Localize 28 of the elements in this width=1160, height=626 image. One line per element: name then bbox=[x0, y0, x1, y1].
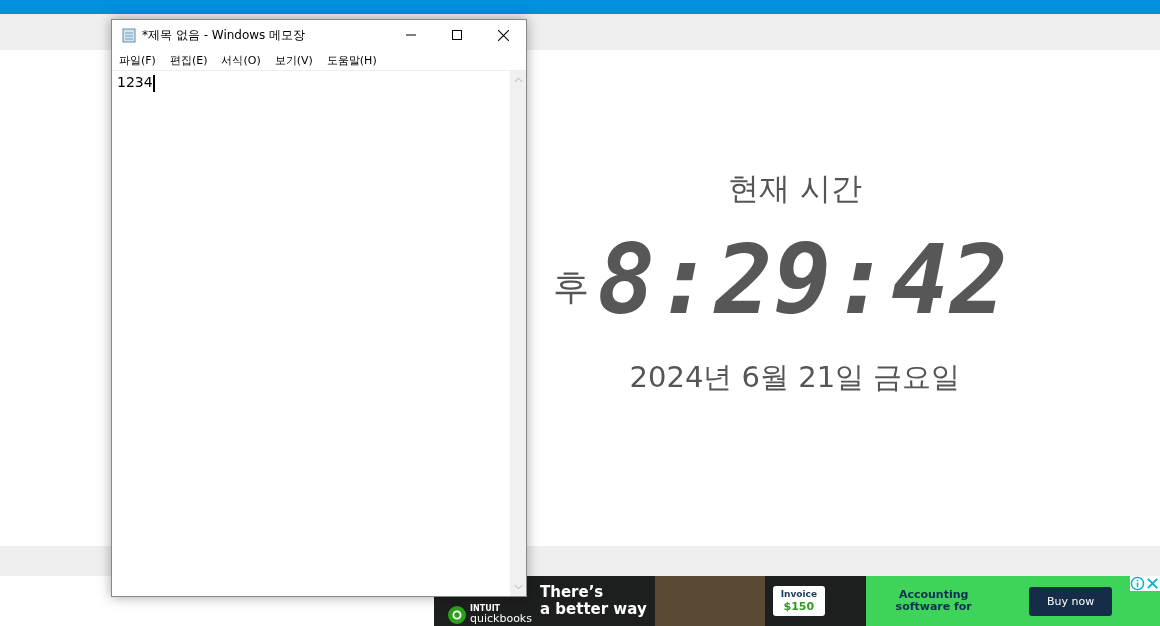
close-icon bbox=[497, 29, 509, 41]
ad-tagline: Accounting software for bbox=[894, 588, 973, 614]
menu-item[interactable]: 도움말(H) bbox=[326, 52, 377, 68]
scroll-up-icon[interactable] bbox=[513, 77, 523, 83]
menu-item[interactable]: 편집(E) bbox=[169, 52, 208, 68]
digital-time: 8:29:42 bbox=[597, 232, 1009, 328]
clock-heading: 현재 시간 bbox=[728, 169, 862, 208]
info-icon[interactable] bbox=[1130, 576, 1145, 591]
notepad-icon bbox=[121, 27, 137, 43]
ad-headline: There’s bbox=[540, 583, 605, 601]
window-title: *제목 없음 - Windows 메모장 bbox=[142, 26, 307, 44]
invoice-amount: $150 bbox=[783, 599, 815, 613]
scroll-down-icon[interactable] bbox=[513, 584, 523, 590]
menu-item[interactable]: 보기(V) bbox=[274, 52, 313, 68]
invoice-title: Invoice bbox=[780, 589, 817, 600]
maximize-icon bbox=[452, 30, 462, 40]
date-label: 2024년 6월 21일 금요일 bbox=[629, 359, 961, 396]
scrollbar[interactable] bbox=[510, 71, 526, 596]
ad-headline: a better way bbox=[540, 601, 647, 619]
logo-icon bbox=[448, 605, 466, 624]
menu-item[interactable]: 파일(F) bbox=[119, 52, 156, 68]
text-editor[interactable]: 1234 bbox=[112, 71, 510, 596]
close-icon[interactable] bbox=[1145, 576, 1160, 591]
brand-label: INTUIT bbox=[470, 605, 502, 613]
buy-now-button[interactable]: Buy now bbox=[1029, 586, 1113, 616]
brand-name: quickbooks bbox=[470, 613, 532, 624]
meridiem-label: 후 bbox=[552, 265, 590, 309]
menu-item[interactable]: 서식(O) bbox=[221, 52, 261, 68]
